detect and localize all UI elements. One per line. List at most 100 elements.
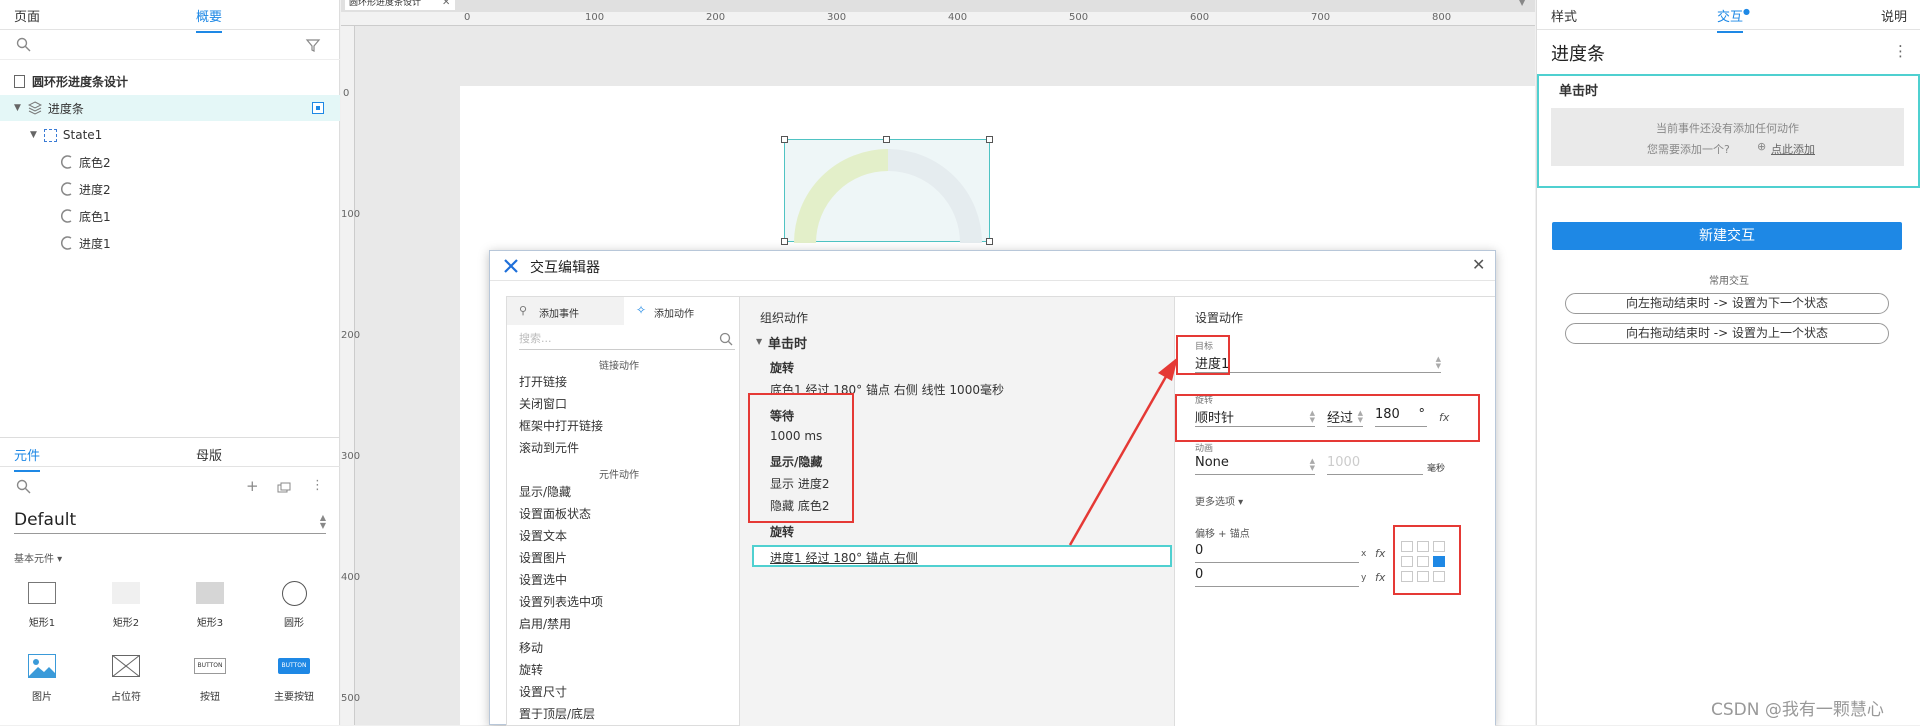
rectangle-widget-icon[interactable] — [28, 582, 56, 604]
new-interaction-button[interactable]: 新建交互 — [1552, 222, 1902, 250]
ruler-tick: 100 — [341, 209, 361, 220]
library-select[interactable]: Default ▲ ▼ — [14, 510, 326, 534]
widget-label: 按钮 — [200, 692, 220, 703]
outline-item-label: 进度2 — [79, 182, 111, 197]
action-item[interactable]: 移动 — [519, 639, 543, 656]
search-icon[interactable] — [16, 479, 32, 495]
filter-icon[interactable] — [305, 37, 321, 53]
action-title[interactable]: 旋转 — [770, 523, 794, 540]
tab-outline[interactable]: 概要 — [196, 6, 223, 33]
offset-y-input[interactable]: 0 — [1195, 567, 1359, 587]
outline-state[interactable]: ▼ State1 — [0, 122, 340, 148]
primary-button-widget-icon[interactable]: BUTTON — [278, 658, 310, 674]
add-icon[interactable]: + — [246, 477, 259, 495]
outline-item[interactable]: 底色1 — [0, 203, 340, 229]
dialog-header: 交互编辑器 ✕ — [490, 251, 1495, 281]
target-select[interactable]: 进度1 ▲ ▼ — [1195, 353, 1441, 373]
placeholder-widget-icon[interactable] — [112, 655, 140, 677]
page-icon — [14, 74, 25, 88]
tab-add-event[interactable]: ⚲ 添加事件 — [507, 297, 624, 325]
action-item[interactable]: 启用/禁用 — [519, 615, 571, 632]
action-item[interactable]: 关闭窗口 — [519, 395, 567, 412]
element-name[interactable]: 进度条 — [1551, 40, 1605, 66]
circle-widget-icon[interactable] — [282, 581, 307, 606]
right-panel: 样式 交互 ● 说明 进度条 ⋮ 单击时 当前事件还没有添加任何动作 您需要添加… — [1536, 0, 1920, 725]
resize-handle[interactable] — [986, 238, 993, 245]
outline-item[interactable]: 进度2 — [0, 176, 340, 202]
resize-handle[interactable] — [986, 136, 993, 143]
outline-item[interactable]: 进度1 — [0, 230, 340, 256]
outline-search[interactable] — [0, 30, 340, 60]
settings-header: 设置动作 — [1195, 311, 1244, 325]
function-icon[interactable]: fx — [1375, 571, 1385, 584]
progress-ring-selection[interactable] — [784, 139, 990, 243]
action-item[interactable]: 设置尺寸 — [519, 683, 567, 700]
empty-message: 当前事件还没有添加任何动作 — [1656, 122, 1799, 135]
field-label: 动画 — [1195, 444, 1214, 454]
stepper-icon: ▲ ▼ — [1435, 355, 1441, 370]
action-item[interactable]: 旋转 — [519, 661, 543, 678]
event-card: 单击时 当前事件还没有添加任何动作 您需要添加一个? ⊕ 点此添加 — [1537, 74, 1920, 188]
widget-label: 主要按钮 — [274, 692, 314, 703]
basic-widgets-label[interactable]: 基本元件 ▾ — [14, 550, 62, 565]
action-item[interactable]: 滚动到元件 — [519, 439, 579, 456]
more-options-toggle[interactable]: 更多选项 ▾ — [1195, 493, 1243, 508]
tab-interactions[interactable]: 交互 — [1717, 6, 1744, 33]
add-action-link[interactable]: 点此添加 — [1771, 141, 1815, 157]
action-item[interactable]: 设置面板状态 — [519, 505, 591, 522]
button-widget-icon[interactable]: BUTTON — [194, 658, 226, 674]
more-menu-icon[interactable]: ⋮ — [311, 478, 324, 493]
duration-value: 1000 — [1327, 455, 1361, 470]
more-menu-icon[interactable]: ⋮ — [1893, 42, 1908, 60]
tab-style[interactable]: 样式 — [1551, 6, 1577, 25]
event-label[interactable]: 单击时 — [768, 333, 807, 352]
visibility-toggle[interactable] — [312, 102, 324, 114]
tab-masters[interactable]: 母版 — [196, 445, 222, 464]
image-widget-icon[interactable] — [28, 654, 56, 678]
action-item[interactable]: 设置列表选中项 — [519, 593, 603, 610]
copy-library-icon[interactable] — [277, 482, 291, 494]
outline-item-label: 进度1 — [79, 236, 111, 251]
actions-library: ⚲ 添加事件 ✧ 添加动作 搜索... 链接动作 打开链接 关闭窗口 框架中打开… — [506, 296, 740, 726]
rectangle-widget-icon[interactable] — [196, 582, 224, 604]
offset-x-input[interactable]: 0 — [1195, 543, 1359, 563]
horizontal-ruler: 0 100 200 300 400 500 600 700 800 — [341, 12, 1535, 26]
resize-handle[interactable] — [781, 136, 788, 143]
action-item[interactable]: 置于顶层/底层 — [519, 705, 595, 722]
action-item[interactable]: 框架中打开链接 — [519, 417, 603, 434]
tab-add-action[interactable]: ✧ 添加动作 — [624, 297, 739, 325]
resize-handle[interactable] — [781, 238, 788, 245]
event-label[interactable]: 单击时 — [1559, 80, 1598, 99]
action-search-input[interactable]: 搜索... — [519, 330, 735, 350]
common-interaction-item[interactable]: 向左拖动结束时 -> 设置为下一个状态 — [1565, 293, 1889, 314]
watermark: CSDN @我有一颗慧心 — [1711, 700, 1884, 720]
library-tabs: 元件 母版 — [0, 437, 340, 472]
empty-event-box: 当前事件还没有添加任何动作 您需要添加一个? ⊕ 点此添加 — [1551, 108, 1904, 166]
close-tab-icon[interactable]: ✕ — [442, 0, 450, 8]
function-icon[interactable]: fx — [1375, 547, 1385, 560]
rectangle-widget-icon[interactable] — [112, 582, 140, 604]
close-icon[interactable]: ✕ — [1472, 255, 1485, 274]
tab-widgets[interactable]: 元件 — [14, 445, 41, 472]
document-tab[interactable]: 圆环形进度条设计 — [345, 0, 455, 10]
resize-handle[interactable] — [883, 136, 890, 143]
ruler-tick: 600 — [1190, 12, 1210, 23]
outline-item[interactable]: 底色2 — [0, 149, 340, 175]
arc-shape-icon — [61, 209, 72, 223]
action-item[interactable]: 设置文本 — [519, 527, 567, 544]
action-title[interactable]: 旋转 — [770, 359, 794, 376]
outline-root[interactable]: 圆环形进度条设计 — [0, 68, 340, 94]
common-interaction-item[interactable]: 向右拖动结束时 -> 设置为上一个状态 — [1565, 323, 1889, 344]
animation-select[interactable]: None ▲ ▼ — [1195, 455, 1315, 475]
action-item[interactable]: 设置选中 — [519, 571, 567, 588]
action-item[interactable]: 打开链接 — [519, 373, 567, 390]
action-item[interactable]: 显示/隐藏 — [519, 483, 571, 500]
action-item[interactable]: 设置图片 — [519, 549, 567, 566]
stepper-icon: ▲ ▼ — [1309, 457, 1315, 472]
tab-pages[interactable]: 页面 — [14, 6, 40, 25]
outline-item-selected[interactable]: ▼ 进度条 — [0, 95, 340, 121]
tab-notes[interactable]: 说明 — [1881, 6, 1907, 25]
chevron-down-icon[interactable]: ▼ — [1519, 0, 1525, 7]
ruler-tick: 0 — [464, 12, 471, 23]
axis-label: y — [1361, 573, 1367, 583]
